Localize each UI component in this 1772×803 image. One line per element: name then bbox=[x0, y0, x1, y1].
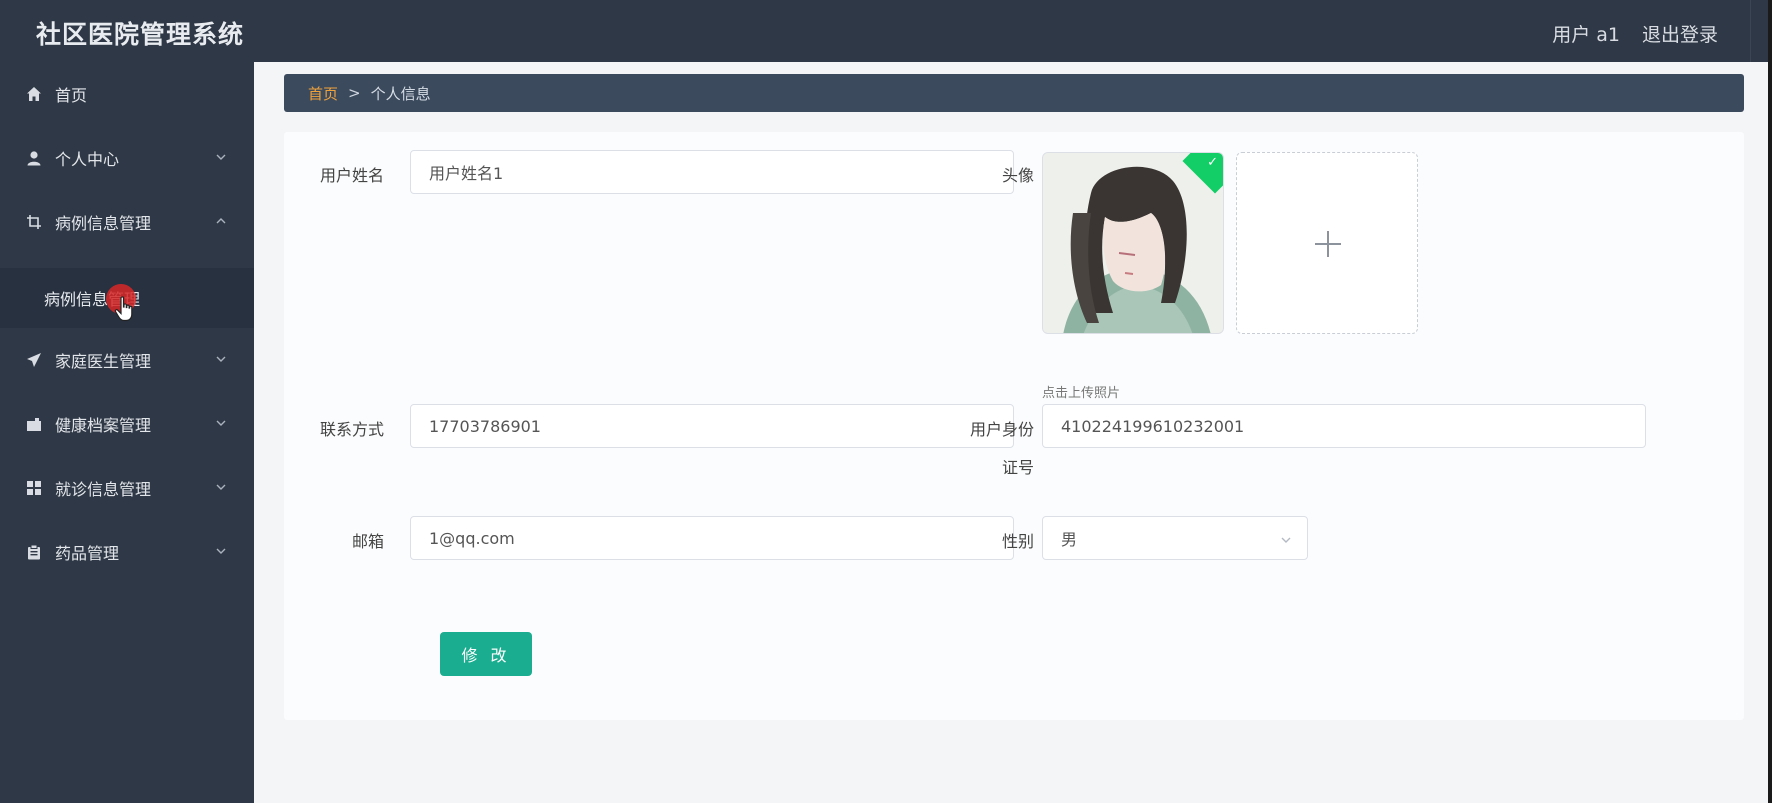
gender-label: 性别 bbox=[1001, 532, 1034, 551]
avatar-portrait-illustration bbox=[1043, 153, 1223, 333]
home-icon bbox=[25, 85, 43, 103]
phone-field[interactable] bbox=[410, 404, 1014, 448]
briefcase-icon bbox=[25, 415, 43, 433]
chevron-down-icon bbox=[216, 484, 226, 490]
email-label: 邮箱 bbox=[351, 532, 384, 551]
sidebar-item-health-records[interactable]: 健康档案管理 bbox=[0, 392, 254, 456]
sidebar-item-label: 健康档案管理 bbox=[55, 416, 152, 435]
sidebar-item-label: 家庭医生管理 bbox=[55, 352, 152, 371]
breadcrumb: 首页 > 个人信息 bbox=[284, 74, 1744, 112]
crop-icon bbox=[25, 213, 43, 231]
idcard-field[interactable] bbox=[1042, 404, 1646, 448]
idcard-label-line2: 证号 bbox=[1001, 458, 1034, 477]
send-icon bbox=[25, 351, 43, 369]
plus-icon bbox=[1315, 231, 1341, 257]
sidebar-item-label: 病例信息管理 bbox=[55, 214, 152, 233]
phone-label: 联系方式 bbox=[319, 420, 384, 439]
check-icon: ✓ bbox=[1207, 155, 1218, 170]
sidebar-item-case-management[interactable]: 病例信息管理 bbox=[0, 190, 254, 254]
avatar-label: 头像 bbox=[1001, 166, 1034, 185]
upload-tip: 点击上传照片 bbox=[1042, 386, 1121, 401]
sidebar-item-family-doctor[interactable]: 家庭医生管理 bbox=[0, 328, 254, 392]
sidebar-item-visit-info[interactable]: 就诊信息管理 bbox=[0, 456, 254, 520]
sidebar-item-personal-center[interactable]: 个人中心 bbox=[0, 126, 254, 190]
gender-selected-value: 男 bbox=[1061, 530, 1078, 549]
chevron-down-icon bbox=[216, 420, 226, 426]
username-input[interactable] bbox=[429, 162, 1013, 182]
gender-select[interactable]: 男 bbox=[1042, 516, 1308, 560]
upload-avatar-button[interactable] bbox=[1236, 152, 1418, 334]
chevron-down-icon bbox=[216, 154, 226, 160]
sidebar-item-label: 首页 bbox=[55, 86, 88, 105]
user-icon bbox=[25, 149, 43, 167]
idcard-label-line1: 用户身份 bbox=[969, 420, 1034, 439]
modify-button[interactable]: 修 改 bbox=[440, 632, 532, 676]
chevron-up-icon bbox=[216, 218, 226, 224]
logout-link[interactable]: 退出登录 bbox=[1642, 20, 1718, 47]
chevron-down-icon bbox=[1281, 537, 1291, 543]
clipboard-icon bbox=[25, 543, 43, 561]
window-scrollbar[interactable] bbox=[1750, 0, 1768, 62]
breadcrumb-home-link[interactable]: 首页 bbox=[308, 83, 338, 104]
email-field[interactable] bbox=[410, 516, 1014, 560]
sidebar-item-label: 药品管理 bbox=[55, 544, 120, 563]
chevron-down-icon bbox=[216, 356, 226, 362]
sidebar: 首页 个人中心 病例信息管理 病例信息管理 家庭医生管理 健康档案管理 就诊信息… bbox=[0, 62, 254, 803]
username-field[interactable] bbox=[410, 150, 1014, 194]
top-bar: 社区医院管理系统 用户 a1 退出登录 bbox=[0, 0, 1768, 62]
profile-form-card: 用户姓名 头像 ✓ bbox=[284, 132, 1744, 720]
breadcrumb-separator: > bbox=[348, 84, 361, 102]
sidebar-item-medicine[interactable]: 药品管理 bbox=[0, 520, 254, 584]
sidebar-item-home[interactable]: 首页 bbox=[0, 62, 254, 126]
username-label: 用户姓名 bbox=[319, 166, 384, 185]
grid-icon bbox=[25, 479, 43, 497]
chevron-down-icon bbox=[216, 548, 226, 554]
sidebar-item-label: 就诊信息管理 bbox=[55, 480, 152, 499]
sidebar-item-label: 个人中心 bbox=[55, 150, 120, 169]
email-input[interactable] bbox=[429, 528, 1013, 548]
main-content: 首页 > 个人信息 用户姓名 头像 bbox=[254, 62, 1768, 803]
app-screen: 社区医院管理系统 用户 a1 退出登录 首页 个人中心 病例信息管理 病例信息管… bbox=[0, 0, 1768, 803]
breadcrumb-current: 个人信息 bbox=[370, 84, 431, 103]
avatar-image[interactable]: ✓ bbox=[1042, 152, 1224, 334]
current-user-label: 用户 a1 bbox=[1552, 24, 1620, 46]
idcard-input[interactable] bbox=[1061, 416, 1645, 436]
screen-edge bbox=[1768, 0, 1772, 803]
app-title: 社区医院管理系统 bbox=[36, 20, 245, 49]
phone-input[interactable] bbox=[429, 416, 1013, 436]
hand-cursor-icon bbox=[114, 296, 133, 322]
